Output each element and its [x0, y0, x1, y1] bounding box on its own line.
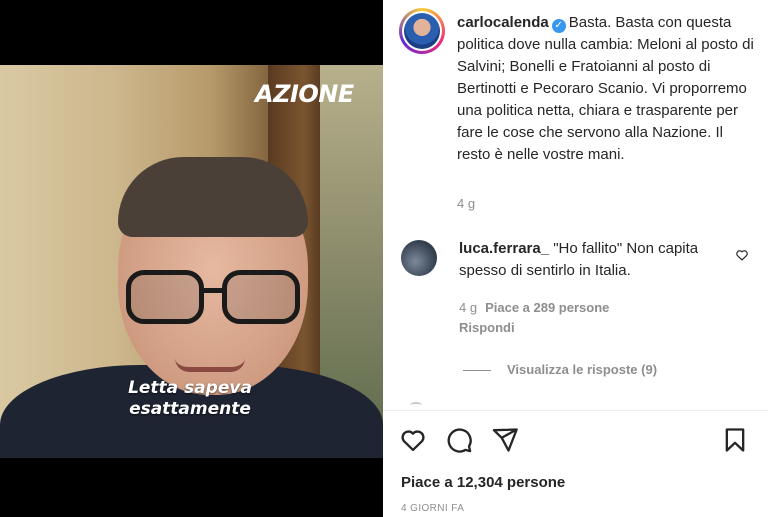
video-subtitle-line1: Letta sapeva [128, 378, 252, 398]
person-glasses [126, 270, 302, 326]
post-caption: carlocalenda ✓ Basta. Basta con questa pol… [457, 12, 757, 166]
avatar-image [404, 13, 440, 49]
view-replies-label: Visualizza le risposte (9) [507, 362, 658, 377]
author-avatar[interactable] [399, 8, 445, 54]
comment-meta: 4 g Piace a 289 persone [459, 300, 609, 315]
comment-age[interactable]: 4 g [459, 300, 477, 315]
comment-like-heart-icon[interactable] [735, 248, 751, 264]
comment-text-block: luca.ferrara_ "Ho fallito" Non capita sp… [459, 238, 729, 282]
post-likes-count[interactable]: Piace a 12,304 persone [401, 474, 565, 491]
person-mouth [175, 358, 245, 372]
bookmark-icon[interactable] [721, 426, 749, 454]
commenter-username[interactable]: luca.ferrara_ [459, 240, 549, 257]
replies-line [463, 370, 491, 372]
caption-body: Basta. Basta con questa politica dove nu… [457, 14, 754, 163]
share-icon[interactable] [491, 426, 519, 454]
post-media[interactable]: AZIONE Letta sapeva esattamente [0, 0, 383, 517]
left-lens [126, 270, 204, 324]
post-panel: carlocalenda ✓ Basta. Basta con questa pol… [383, 0, 768, 517]
comment-icon[interactable] [445, 426, 473, 454]
avatar-inner [402, 11, 442, 51]
video-subtitle: Letta sapeva esattamente [90, 378, 290, 420]
video-subtitle-line2: esattamente [129, 399, 251, 419]
commenter-avatar[interactable] [401, 240, 437, 276]
post-timestamp[interactable]: 4 GIORNI FA [401, 503, 464, 514]
actions-divider [383, 410, 768, 411]
post-age[interactable]: 4 g [457, 196, 475, 211]
azione-logo: AZIONE [255, 80, 354, 108]
person-hair [118, 157, 308, 237]
reply-button[interactable]: Rispondi [459, 320, 515, 335]
glasses-bridge [202, 288, 224, 293]
author-username[interactable]: carlocalenda [457, 14, 549, 31]
heart-icon[interactable] [399, 426, 427, 454]
next-comment-peek [410, 402, 422, 408]
view-replies-button[interactable]: Visualizza le risposte (9) [463, 362, 657, 377]
post-actions [399, 426, 754, 454]
verified-badge-icon: ✓ [551, 19, 566, 33]
right-lens [222, 270, 300, 324]
comment-likes[interactable]: Piace a 289 persone [485, 300, 609, 315]
